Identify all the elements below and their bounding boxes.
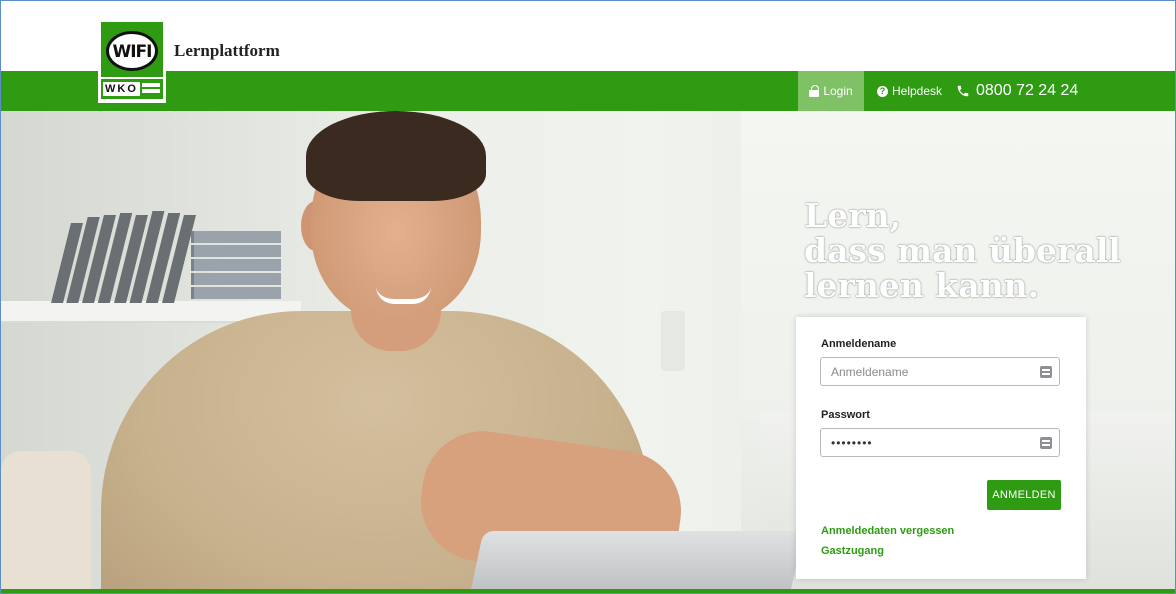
password-input[interactable] xyxy=(820,428,1060,457)
hero-chair xyxy=(1,451,91,589)
username-label: Anmeldename xyxy=(821,338,897,350)
site-header: Lernplattform xyxy=(1,1,1175,71)
autofill-key-icon[interactable] xyxy=(1040,366,1052,378)
phone-icon xyxy=(957,85,969,97)
logo-circle: WIFI xyxy=(106,31,158,71)
hero-lamp xyxy=(661,311,685,371)
login-submit-button[interactable]: ANMELDEN xyxy=(987,480,1061,510)
logo-bars-icon xyxy=(142,83,160,95)
nav-login-label: Login xyxy=(823,84,853,98)
username-input[interactable] xyxy=(820,357,1060,386)
login-panel: Anmeldename Passwort ANMELDEN Anmeldedat… xyxy=(796,317,1086,579)
guest-access-link[interactable]: Gastzugang xyxy=(821,545,884,557)
person-hair xyxy=(306,111,486,201)
nav-helpdesk-link[interactable]: ? Helpdesk xyxy=(877,71,942,111)
password-label: Passwort xyxy=(821,409,870,421)
lock-icon xyxy=(809,85,820,97)
slogan-line-3: lernen kann. xyxy=(804,266,1040,305)
slogan-line-1: Lern, xyxy=(804,196,902,235)
nav-login-link[interactable]: Login xyxy=(798,71,864,111)
hero-slogan: Lern, dass man überall lernen kann. xyxy=(804,198,1121,303)
logo-wko-block: WKO xyxy=(101,79,163,99)
logo-green-block: WIFI xyxy=(101,22,163,77)
slogan-line-2: dass man überall xyxy=(804,231,1121,270)
nav-helpdesk-label: Helpdesk xyxy=(892,84,943,98)
forgot-credentials-link[interactable]: Anmeldedaten vergessen xyxy=(821,525,954,537)
footer-bar xyxy=(1,589,1175,593)
browser-viewport: Lernplattform WIFI WKO Login ? Helpdesk … xyxy=(0,0,1176,594)
nav-phone-number: 0800 72 24 24 xyxy=(976,82,1079,99)
autofill-key-icon[interactable] xyxy=(1040,437,1052,449)
nav-phone-link[interactable]: 0800 72 24 24 xyxy=(956,71,1078,111)
hero-laptop xyxy=(468,531,804,589)
question-circle-icon: ? xyxy=(877,85,888,97)
logo-wifi-text: WIFI xyxy=(112,42,152,62)
app-title: Lernplattform xyxy=(174,41,280,60)
wifi-wko-logo[interactable]: WIFI WKO xyxy=(98,19,166,103)
logo-wko-text: WKO xyxy=(103,82,140,96)
